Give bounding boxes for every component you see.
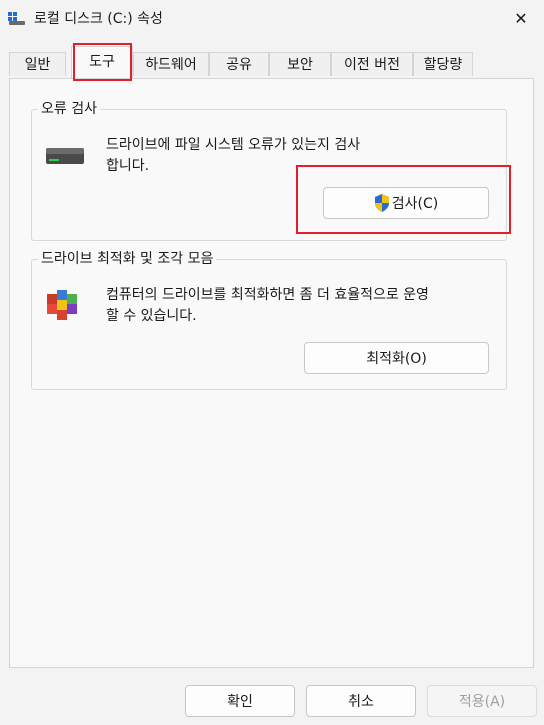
optimize-group: 드라이브 최적화 및 조각 모음 컴퓨터의 드라이브를 최적화하면 좀 더 효율… xyxy=(31,250,507,390)
close-button[interactable]: ✕ xyxy=(498,0,544,36)
tab-quota[interactable]: 할당량 xyxy=(413,52,473,76)
drive-properties-icon xyxy=(8,12,25,25)
error-check-description: 드라이브에 파일 시스템 오류가 있는지 검사 합니다. xyxy=(106,137,361,174)
tab-tools[interactable]: 도구 xyxy=(71,46,133,78)
tab-security[interactable]: 보안 xyxy=(269,52,331,76)
defragment-icon xyxy=(47,290,77,320)
cancel-button[interactable]: 취소 xyxy=(306,685,416,717)
check-button-label: 검사(C) xyxy=(391,196,439,212)
tools-tab-panel: 오류 검사 드라이브에 파일 시스템 오류가 있는지 검사 합니다. 검사(C)… xyxy=(9,78,534,668)
tab-sharing[interactable]: 공유 xyxy=(209,52,269,76)
error-check-group: 오류 검사 드라이브에 파일 시스템 오류가 있는지 검사 합니다. 검사(C) xyxy=(31,100,507,241)
optimize-title: 드라이브 최적화 및 조각 모음 xyxy=(38,250,217,268)
check-button[interactable]: 검사(C) xyxy=(323,187,489,219)
hard-drive-icon xyxy=(46,148,84,164)
optimize-button[interactable]: 최적화(O) xyxy=(304,342,489,374)
uac-shield-icon xyxy=(374,194,389,212)
title-bar: 로컬 디스크 (C:) 속성 ✕ xyxy=(0,0,544,36)
tab-general[interactable]: 일반 xyxy=(9,52,66,76)
tab-previous-versions[interactable]: 이전 버전 xyxy=(331,52,413,76)
optimize-button-label: 최적화(O) xyxy=(366,351,427,367)
tab-hardware[interactable]: 하드웨어 xyxy=(133,52,209,76)
tab-strip: 일반 도구 하드웨어 공유 보안 이전 버전 할당량 xyxy=(9,46,529,78)
close-icon: ✕ xyxy=(514,8,528,28)
ok-button[interactable]: 확인 xyxy=(185,685,295,717)
error-check-title: 오류 검사 xyxy=(38,100,100,118)
optimize-description: 컴퓨터의 드라이브를 최적화하면 좀 더 효율적으로 운영 할 수 있습니다. xyxy=(106,287,429,324)
apply-button[interactable]: 적용(A) xyxy=(427,685,537,717)
window-title: 로컬 디스크 (C:) 속성 xyxy=(34,11,163,27)
